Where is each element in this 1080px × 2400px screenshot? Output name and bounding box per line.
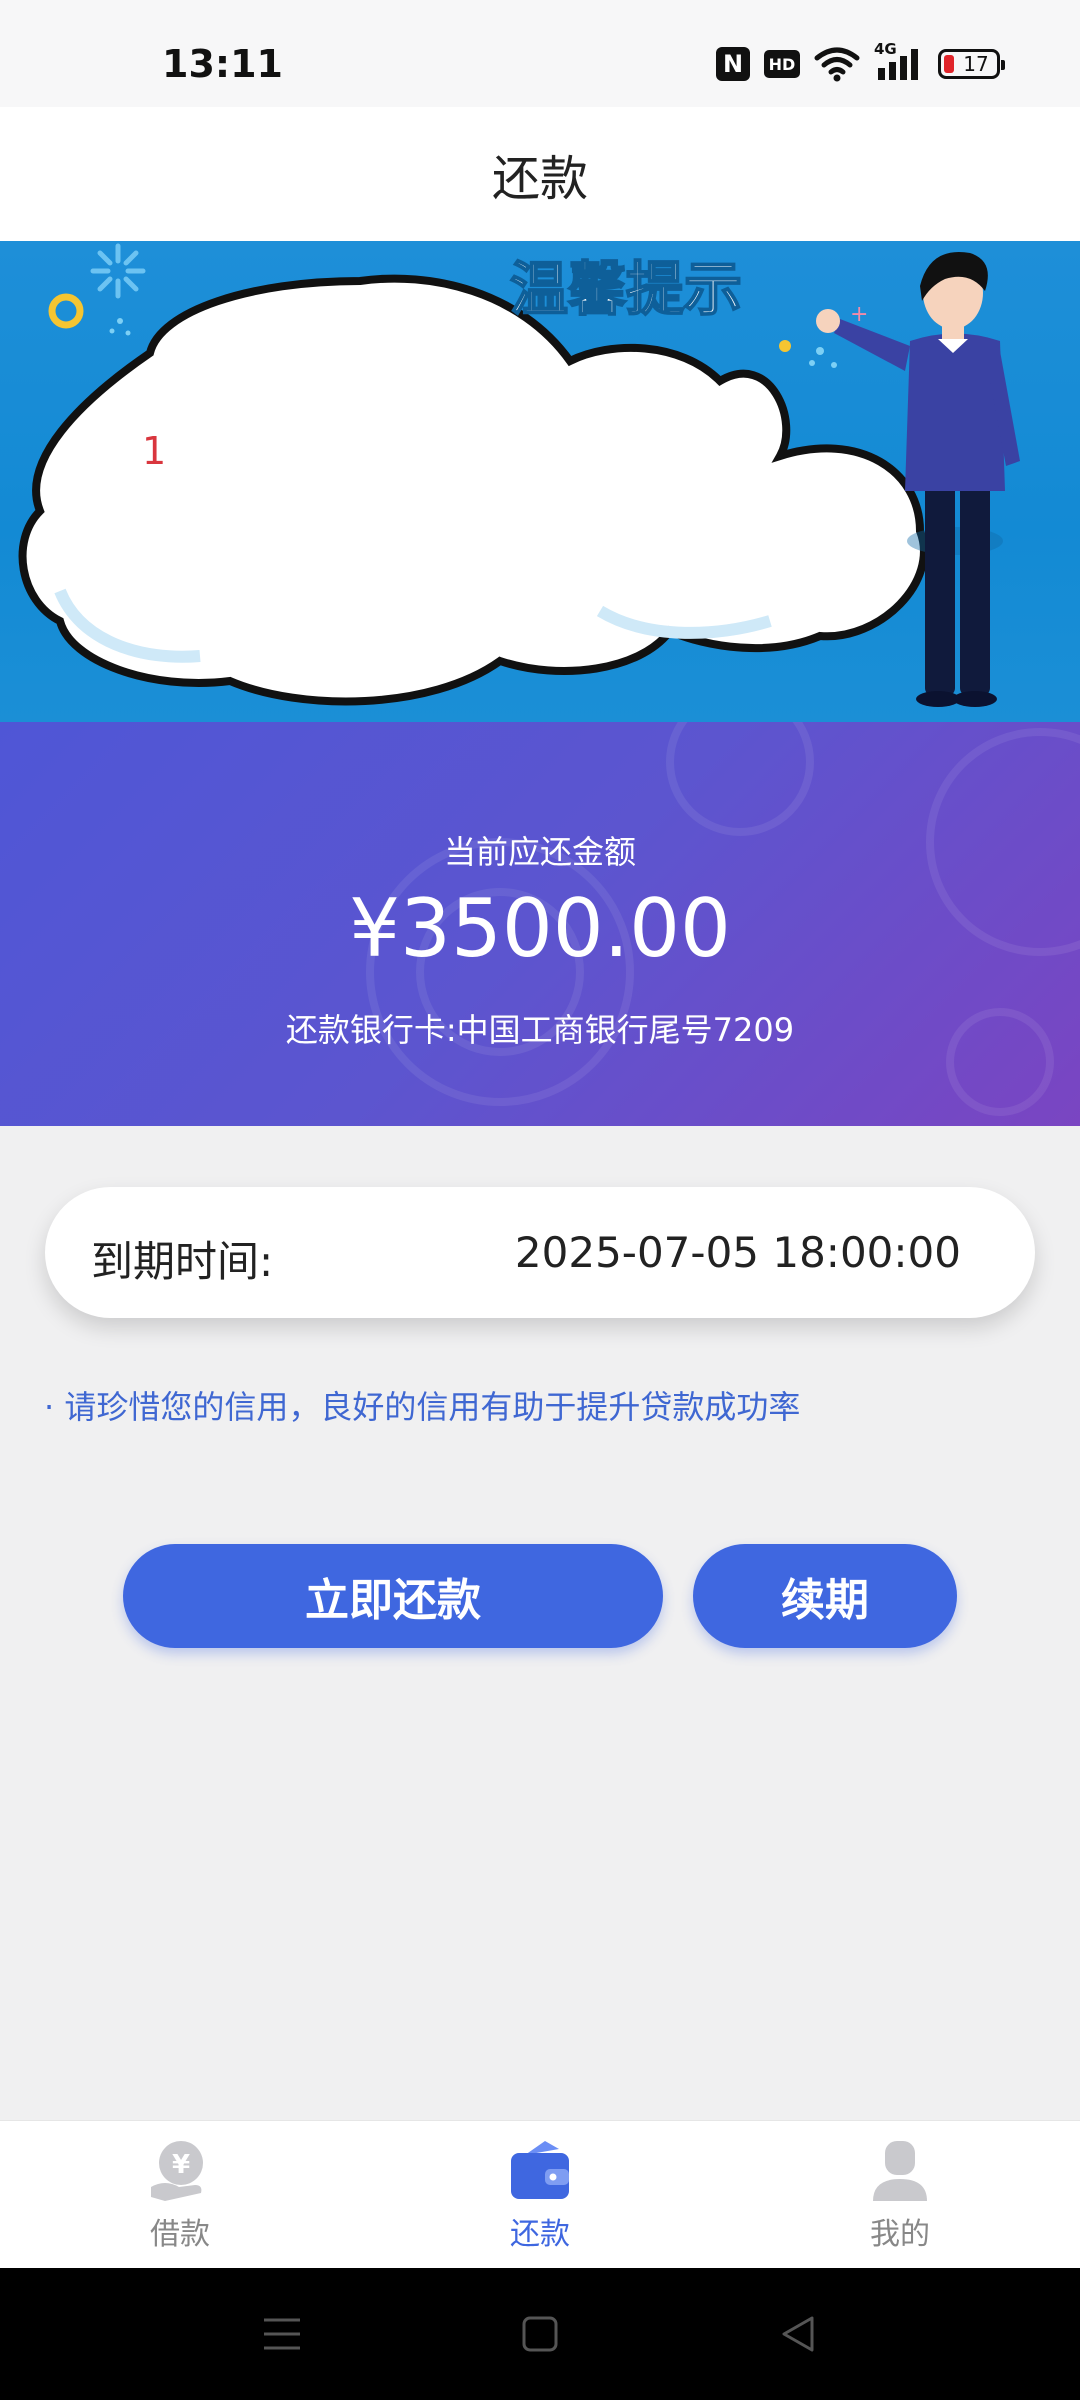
cellular-signal-icon: 4G bbox=[874, 40, 924, 82]
amount-label: 当前应还金额 bbox=[443, 833, 636, 871]
amount-due: ¥3500.00 bbox=[349, 882, 731, 975]
tab-profile[interactable]: 我的 bbox=[720, 2121, 1080, 2269]
repayment-bank-card: 还款银行卡:中国工商银行尾号7209 bbox=[285, 1011, 795, 1049]
svg-text:¥: ¥ bbox=[172, 2150, 190, 2180]
back-icon[interactable] bbox=[778, 2314, 818, 2354]
status-icons: N HD 4G 17 bbox=[716, 40, 1005, 82]
wifi-icon bbox=[814, 47, 860, 82]
tips-banner: + 温馨提示 1 bbox=[0, 241, 1080, 722]
page-header: 还款 bbox=[0, 107, 1080, 241]
battery-icon: 17 bbox=[938, 49, 1005, 79]
due-time-value: 2025-07-05 18:00:00 bbox=[514, 1228, 961, 1277]
status-bar: 13:11 N HD 4G 17 bbox=[0, 0, 1080, 107]
tab-repay-label: 还款 bbox=[510, 2217, 570, 2252]
nfc-icon: N bbox=[716, 47, 750, 81]
status-time: 13:11 bbox=[162, 42, 283, 86]
tab-profile-label: 我的 bbox=[870, 2217, 930, 2252]
renew-button[interactable]: 续期 bbox=[693, 1544, 957, 1648]
menu-icon[interactable] bbox=[262, 2314, 302, 2354]
profile-icon bbox=[873, 2141, 927, 2201]
credit-tip: · 请珍惜您的信用，良好的信用有助于提升贷款成功率 bbox=[44, 1388, 801, 1426]
wallet-icon bbox=[511, 2141, 569, 2199]
battery-level: 17 bbox=[963, 52, 989, 76]
tab-repay[interactable]: 还款 bbox=[360, 2121, 720, 2269]
banner-note: 1 bbox=[142, 429, 167, 473]
tab-loan-label: 借款 bbox=[150, 2217, 210, 2252]
home-icon[interactable] bbox=[520, 2314, 560, 2354]
tab-loan[interactable]: ¥ 借款 bbox=[0, 2121, 360, 2269]
due-time-label: 到期时间: bbox=[91, 1237, 274, 1286]
page-title: 还款 bbox=[491, 151, 588, 207]
bottom-tab-bar: ¥ 借款 还款 我的 bbox=[0, 2120, 1080, 2269]
due-time-card: 到期时间: 2025-07-05 18:00:00 bbox=[45, 1187, 1035, 1318]
banner-heading: 温馨提示 bbox=[510, 255, 742, 323]
amount-card: 当前应还金额 ¥3500.00 还款银行卡:中国工商银行尾号7209 bbox=[0, 722, 1080, 1126]
repay-now-button[interactable]: 立即还款 bbox=[123, 1544, 663, 1648]
system-navigation-bar bbox=[0, 2268, 1080, 2400]
svg-text:+: + bbox=[850, 302, 868, 327]
hd-icon: HD bbox=[764, 50, 800, 78]
loan-yen-icon: ¥ bbox=[151, 2141, 203, 2201]
banner-illustration: + 温馨提示 bbox=[18, 243, 1020, 707]
